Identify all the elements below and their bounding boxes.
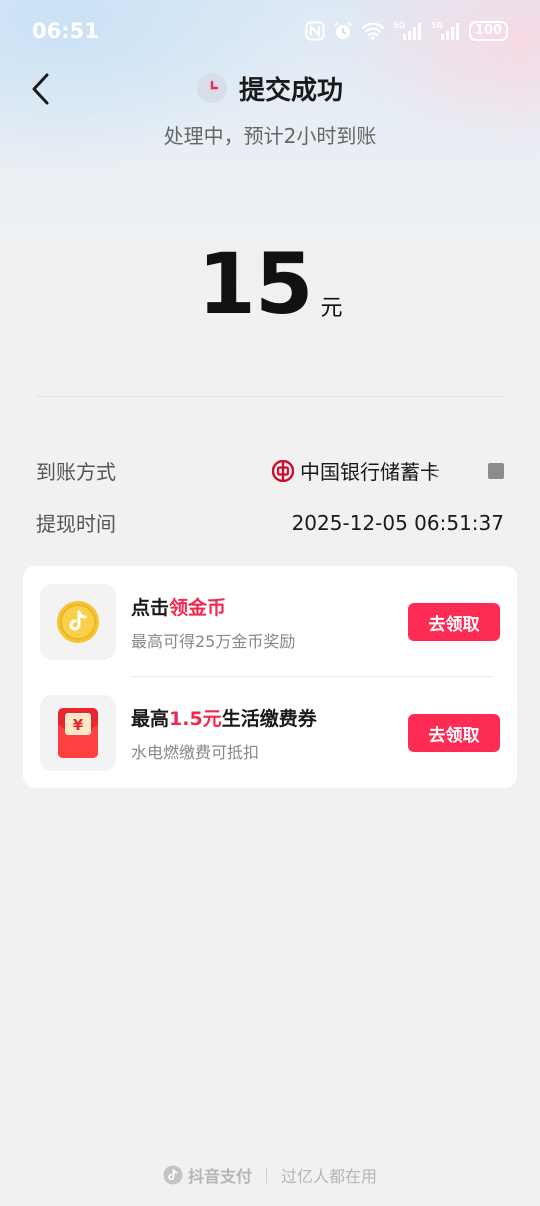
masked-block bbox=[488, 462, 504, 479]
alarm-icon bbox=[333, 21, 353, 41]
footer-separator bbox=[266, 1167, 267, 1183]
status-icons: 5G 5G 100 bbox=[305, 20, 508, 42]
reward-text: 最高1.5元生活缴费券 水电燃缴费可抵扣 bbox=[131, 704, 408, 763]
douyin-pay-logo-icon bbox=[163, 1165, 183, 1185]
chevron-left-icon bbox=[32, 73, 49, 105]
tiktok-coin-icon bbox=[57, 601, 99, 643]
reward-title-highlight: 1.5元 bbox=[169, 707, 222, 730]
arrival-method-value-wrap: 中国银行储蓄卡 bbox=[272, 456, 504, 485]
clock-icon bbox=[196, 73, 227, 103]
reward-icon-box bbox=[40, 584, 116, 660]
reward-title-suffix: 生活缴费券 bbox=[221, 707, 317, 730]
reward-desc: 水电燃缴费可抵扣 bbox=[131, 742, 260, 762]
rewards-card: 点击领金币 最高可得25万金币奖励 去领取 ¥ 最高1.5元生活缴费券 水电燃缴… bbox=[23, 566, 517, 788]
arrival-method-value: 中国银行储蓄卡 bbox=[300, 460, 440, 484]
claim-coins-button[interactable]: 去领取 bbox=[408, 603, 500, 641]
amount-value: 15 bbox=[197, 235, 314, 333]
amount-display: 15 元 bbox=[0, 242, 540, 326]
nfc-icon bbox=[305, 21, 325, 41]
withdraw-time-value: 2025-12-05 06:51:37 bbox=[291, 510, 504, 535]
battery-indicator: 100 bbox=[468, 21, 508, 41]
footer-brand: 抖音支付 bbox=[163, 1163, 252, 1187]
arrival-method-label: 到账方式 bbox=[36, 460, 116, 484]
svg-text:5G: 5G bbox=[431, 21, 443, 30]
reward-item-coins: 点击领金币 最高可得25万金币奖励 去领取 bbox=[40, 583, 500, 661]
withdraw-time-label: 提现时间 bbox=[36, 512, 116, 536]
reward-desc: 最高可得25万金币奖励 bbox=[131, 631, 296, 651]
footer-slogan: 过亿人都在用 bbox=[281, 1167, 378, 1186]
divider bbox=[36, 396, 504, 397]
red-envelope-icon: ¥ bbox=[58, 708, 98, 758]
reward-title: 点击领金币 bbox=[131, 593, 408, 620]
reward-title-prefix: 点击 bbox=[131, 596, 170, 619]
title-wrap: 提交成功 bbox=[196, 70, 343, 107]
withdraw-time-row: 提现时间 2025-12-05 06:51:37 bbox=[36, 508, 504, 537]
status-subtitle: 处理中，预计2小时到账 bbox=[163, 124, 377, 148]
svg-text:5G: 5G bbox=[393, 21, 405, 30]
status-bar: 06:51 5G 5G 100 bbox=[0, 0, 540, 62]
reward-title-prefix: 最高 bbox=[131, 707, 170, 730]
footer: 抖音支付 过亿人都在用 bbox=[0, 1160, 540, 1190]
page-header: 提交成功 bbox=[0, 62, 540, 114]
arrival-method-row: 到账方式 中国银行储蓄卡 bbox=[36, 456, 504, 485]
wifi-icon bbox=[361, 21, 385, 41]
page-title: 提交成功 bbox=[238, 75, 343, 106]
status-time: 06:51 bbox=[32, 19, 99, 43]
reward-item-utility-coupon: ¥ 最高1.5元生活缴费券 水电燃缴费可抵扣 去领取 bbox=[40, 694, 500, 772]
bank-of-china-logo-icon bbox=[272, 459, 294, 482]
amount-unit: 元 bbox=[320, 296, 343, 321]
reward-title: 最高1.5元生活缴费券 bbox=[131, 704, 408, 731]
masked-card-number bbox=[434, 460, 476, 481]
reward-icon-box: ¥ bbox=[40, 695, 116, 771]
reward-title-highlight: 领金币 bbox=[169, 596, 227, 619]
signal-5g-icon-2: 5G bbox=[431, 20, 461, 42]
reward-text: 点击领金币 最高可得25万金币奖励 bbox=[131, 593, 408, 652]
claim-coupon-button[interactable]: 去领取 bbox=[408, 714, 500, 752]
signal-5g-icon: 5G bbox=[393, 20, 423, 42]
footer-brand-label: 抖音支付 bbox=[187, 1167, 252, 1186]
svg-text:¥: ¥ bbox=[73, 716, 84, 734]
back-button[interactable] bbox=[28, 72, 54, 106]
card-divider bbox=[131, 676, 493, 677]
